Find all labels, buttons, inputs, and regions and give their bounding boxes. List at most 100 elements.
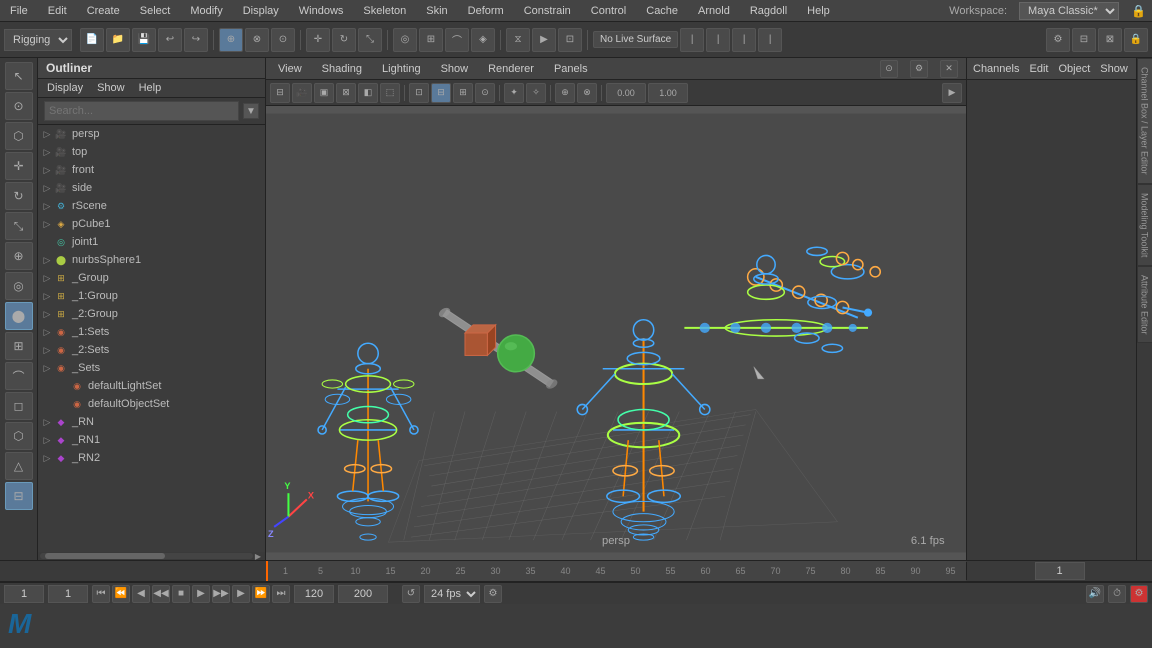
vp-btn-texture[interactable]: ⊞ (453, 83, 473, 103)
menu-windows[interactable]: Windows (295, 3, 348, 19)
outliner-item-2sets[interactable]: ▷ ◉ _2:Sets (38, 341, 265, 359)
iconbar-surface[interactable]: ◻ (5, 392, 33, 420)
btn-prev-key[interactable]: ⏪ (112, 585, 130, 603)
vp-btn-wireframe[interactable]: ⊡ (409, 83, 429, 103)
vp-btn-light[interactable]: ⊙ (475, 83, 495, 103)
btn-step-fwd[interactable]: ▶ (232, 585, 250, 603)
toolbar-btn-scale[interactable]: ⤡ (358, 28, 382, 52)
vp-btn-film[interactable]: ▣ (314, 83, 334, 103)
timeline-numbers[interactable]: 1 5 10 15 20 25 30 35 40 45 50 55 60 65 … (266, 561, 966, 581)
outliner-item-rn1[interactable]: ▷ ◆ _RN1 (38, 431, 265, 449)
iconbar-subdiv[interactable]: ⊟ (5, 482, 33, 510)
lock-icon[interactable]: 🔒 (1131, 4, 1146, 18)
channel-box-menu-edit[interactable]: Edit (1029, 63, 1048, 75)
outliner-menu-help[interactable]: Help (136, 81, 165, 95)
vp-icon-focus[interactable]: ⊙ (880, 60, 898, 78)
vp-btn-resolution[interactable]: ⊠ (336, 83, 356, 103)
tab-channel-box[interactable]: Channel Box / Layer Editor (1137, 58, 1152, 184)
toolbar-btn-settings[interactable]: ⚙ (1046, 28, 1070, 52)
vp-menu-lighting[interactable]: Lighting (378, 61, 425, 77)
vp-icon-settings[interactable]: ⚙ (910, 60, 928, 78)
iconbar-soft[interactable]: ◎ (5, 272, 33, 300)
vp-icon-close[interactable]: ✕ (940, 60, 958, 78)
vp-btn-region[interactable]: ⬚ (380, 83, 400, 103)
iconbar-sculpt[interactable]: ⬤ (5, 302, 33, 330)
outliner-item-group[interactable]: ▷ ⊞ _Group (38, 269, 265, 287)
viewport-canvas[interactable]: X Y Z persp 6.1 fps (266, 106, 966, 560)
search-input[interactable] (44, 101, 239, 121)
menu-display[interactable]: Display (239, 3, 283, 19)
tab-attribute-editor[interactable]: Attribute Editor (1137, 266, 1152, 344)
menu-help[interactable]: Help (803, 3, 834, 19)
toolbar-btn-1[interactable]: | (680, 28, 704, 52)
menu-ragdoll[interactable]: Ragdoll (746, 3, 791, 19)
fps-select[interactable]: 24 fps 30 fps (424, 585, 480, 603)
iconbar-move[interactable]: ✛ (5, 152, 33, 180)
menu-skeleton[interactable]: Skeleton (359, 3, 410, 19)
toolbar-btn-3[interactable]: | (732, 28, 756, 52)
toolbar-btn-undo[interactable]: ↩ (158, 28, 182, 52)
channel-box-menu-show[interactable]: Show (1100, 63, 1128, 75)
toolbar-btn-rotate[interactable]: ↻ (332, 28, 356, 52)
outliner-menu-display[interactable]: Display (44, 81, 86, 95)
toolbar-btn-soft[interactable]: ◎ (393, 28, 417, 52)
channel-box-menu-channels[interactable]: Channels (973, 63, 1019, 75)
menu-cache[interactable]: Cache (642, 3, 682, 19)
outliner-item-defaultlightset[interactable]: ◉ defaultLightSet (38, 377, 265, 395)
menu-skin[interactable]: Skin (422, 3, 451, 19)
tab-modeling-toolkit[interactable]: Modeling Toolkit (1137, 184, 1152, 266)
btn-timecode[interactable]: ⏱ (1108, 585, 1126, 603)
toolbar-btn-redo[interactable]: ↪ (184, 28, 208, 52)
outliner-hscroll-thumb[interactable] (45, 553, 165, 559)
btn-go-start[interactable]: ⏮ (92, 585, 110, 603)
outliner-content[interactable]: ▷ 🎥 persp ▷ 🎥 top ▷ 🎥 front ▷ 🎥 side ▷ (38, 125, 265, 552)
toolbar-btn-ipr[interactable]: ⊡ (558, 28, 582, 52)
current-frame-input[interactable] (4, 585, 44, 603)
vp-menu-view[interactable]: View (274, 61, 306, 77)
vp-btn-xray-joint[interactable]: ✧ (526, 83, 546, 103)
timeline-frame-input[interactable] (1035, 562, 1085, 580)
iconbar-curve[interactable]: ⌒ (5, 362, 33, 390)
toolbar-btn-paint[interactable]: ⊙ (271, 28, 295, 52)
btn-sound[interactable]: 🔊 (1086, 585, 1104, 603)
toolbar-btn-snap-grid[interactable]: ⊞ (419, 28, 443, 52)
outliner-item-top[interactable]: ▷ 🎥 top (38, 143, 265, 161)
vp-btn-camera[interactable]: 🎥 (292, 83, 312, 103)
vp-btn-render-seq[interactable]: ▶ (942, 83, 962, 103)
menu-constrain[interactable]: Constrain (520, 3, 575, 19)
toolbar-btn-lasso[interactable]: ⊗ (245, 28, 269, 52)
iconbar-scale[interactable]: ⤡ (5, 212, 33, 240)
menu-file[interactable]: File (6, 3, 32, 19)
toolbar-btn-lock[interactable]: 🔒 (1124, 28, 1148, 52)
search-dropdown-arrow[interactable]: ▼ (243, 103, 259, 119)
range-end-input[interactable] (294, 585, 334, 603)
total-frames-input[interactable] (338, 585, 388, 603)
outliner-item-nurbssphere1[interactable]: ▷ ⬤ nurbsSphere1 (38, 251, 265, 269)
iconbar-deform[interactable]: ⊞ (5, 332, 33, 360)
iconbar-select[interactable]: ↖ (5, 62, 33, 90)
iconbar-lasso[interactable]: ⊙ (5, 92, 33, 120)
menu-control[interactable]: Control (587, 3, 630, 19)
toolbar-btn-render[interactable]: ▶ (532, 28, 556, 52)
btn-play-fwd[interactable]: ▶▶ (212, 585, 230, 603)
btn-next-key[interactable]: ⏩ (252, 585, 270, 603)
toolbar-btn-snap-curve[interactable]: ⌒ (445, 28, 469, 52)
menu-edit[interactable]: Edit (44, 3, 71, 19)
outliner-item-side[interactable]: ▷ 🎥 side (38, 179, 265, 197)
timeline-row[interactable]: 1 5 10 15 20 25 30 35 40 45 50 55 60 65 … (0, 560, 1152, 582)
outliner-item-2group[interactable]: ▷ ⊞ _2:Group (38, 305, 265, 323)
outliner-item-joint1[interactable]: ◎ joint1 (38, 233, 265, 251)
btn-play-back[interactable]: ◀◀ (152, 585, 170, 603)
btn-key-options[interactable]: ⚙ (484, 585, 502, 603)
btn-settings-bottom[interactable]: ⚙ (1130, 585, 1148, 603)
toolbar-btn-save[interactable]: 💾 (132, 28, 156, 52)
menu-create[interactable]: Create (83, 3, 124, 19)
toolbar-btn-history[interactable]: ⧖ (506, 28, 530, 52)
outliner-item-rscene[interactable]: ▷ ⚙ rScene (38, 197, 265, 215)
outliner-item-rn[interactable]: ▷ ◆ _RN (38, 413, 265, 431)
menu-arnold[interactable]: Arnold (694, 3, 734, 19)
mode-select[interactable]: Rigging (4, 29, 72, 51)
btn-play[interactable]: ▶ (192, 585, 210, 603)
btn-stop[interactable]: ■ (172, 585, 190, 603)
vp-btn-shaded[interactable]: ⊟ (431, 83, 451, 103)
